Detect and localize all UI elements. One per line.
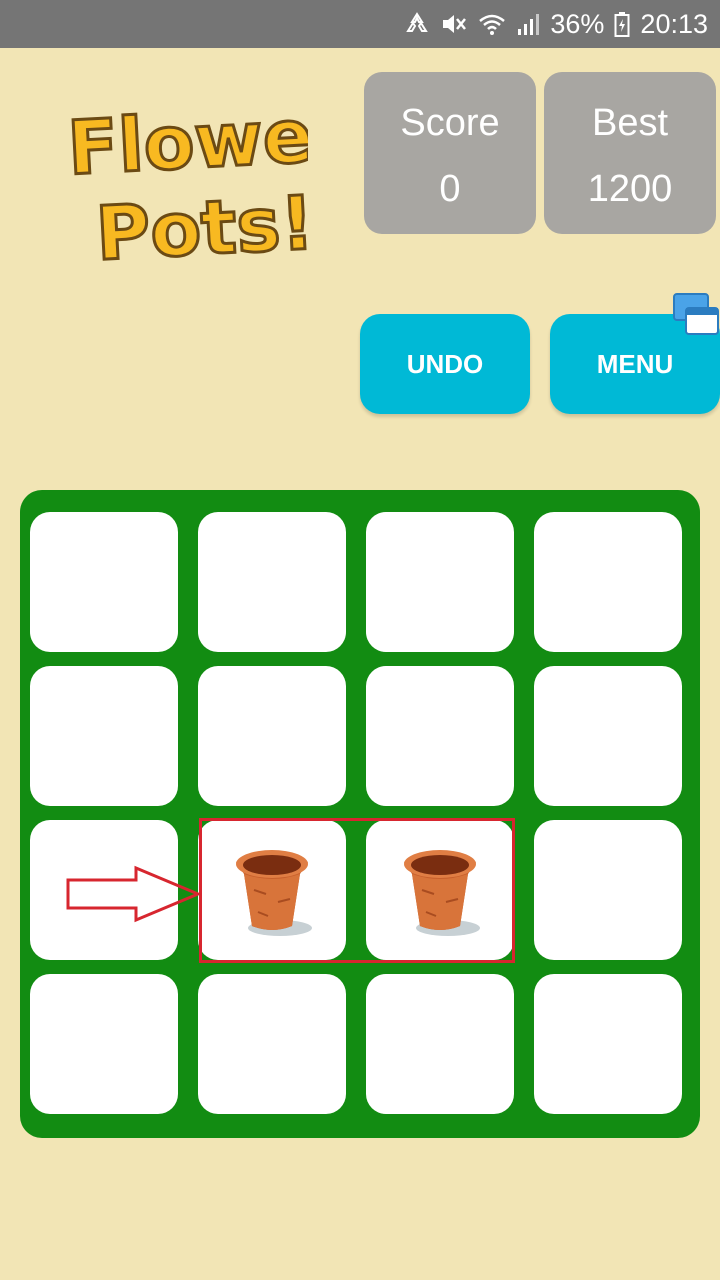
tile-r3-c4[interactable] — [534, 820, 682, 960]
clock: 20:13 — [640, 8, 708, 39]
signal-icon — [516, 11, 540, 37]
tile-r1-c1[interactable] — [30, 512, 178, 652]
undo-button[interactable]: UNDO — [360, 314, 530, 414]
recycle-icon — [404, 11, 430, 37]
arrow-right-icon — [66, 865, 202, 923]
floating-window-icon[interactable] — [672, 292, 720, 338]
mute-icon — [440, 11, 468, 37]
tile-r4-c1[interactable] — [30, 974, 178, 1114]
best-box: Best 1200 — [544, 72, 716, 234]
best-label: Best — [591, 102, 669, 144]
tile-r4-c2[interactable] — [198, 974, 346, 1114]
battery-icon — [614, 11, 630, 37]
logo-line-2: Pots! — [94, 180, 308, 270]
game-board — [20, 490, 700, 1138]
tile-r1-c2[interactable] — [198, 512, 346, 652]
battery-percent: 36% — [550, 8, 605, 39]
tile-r2-c4[interactable] — [534, 666, 682, 806]
tile-r4-c3[interactable] — [366, 974, 514, 1114]
highlight-rectangle — [199, 818, 515, 963]
game-logo: Flower Pots! — [58, 90, 308, 270]
tile-r1-c4[interactable] — [534, 512, 682, 652]
best-value: 1200 — [587, 168, 673, 210]
tile-r2-c2[interactable] — [198, 666, 346, 806]
status-bar: 36% 20:13 — [0, 0, 720, 48]
tile-r2-c1[interactable] — [30, 666, 178, 806]
logo-line-1: Flower — [66, 91, 308, 192]
wifi-icon — [478, 11, 506, 37]
score-value: 0 — [439, 168, 461, 210]
score-box: Score 0 — [364, 72, 536, 234]
score-label: Score — [400, 102, 500, 144]
tile-r4-c4[interactable] — [534, 974, 682, 1114]
tile-r2-c3[interactable] — [366, 666, 514, 806]
tile-r1-c3[interactable] — [366, 512, 514, 652]
